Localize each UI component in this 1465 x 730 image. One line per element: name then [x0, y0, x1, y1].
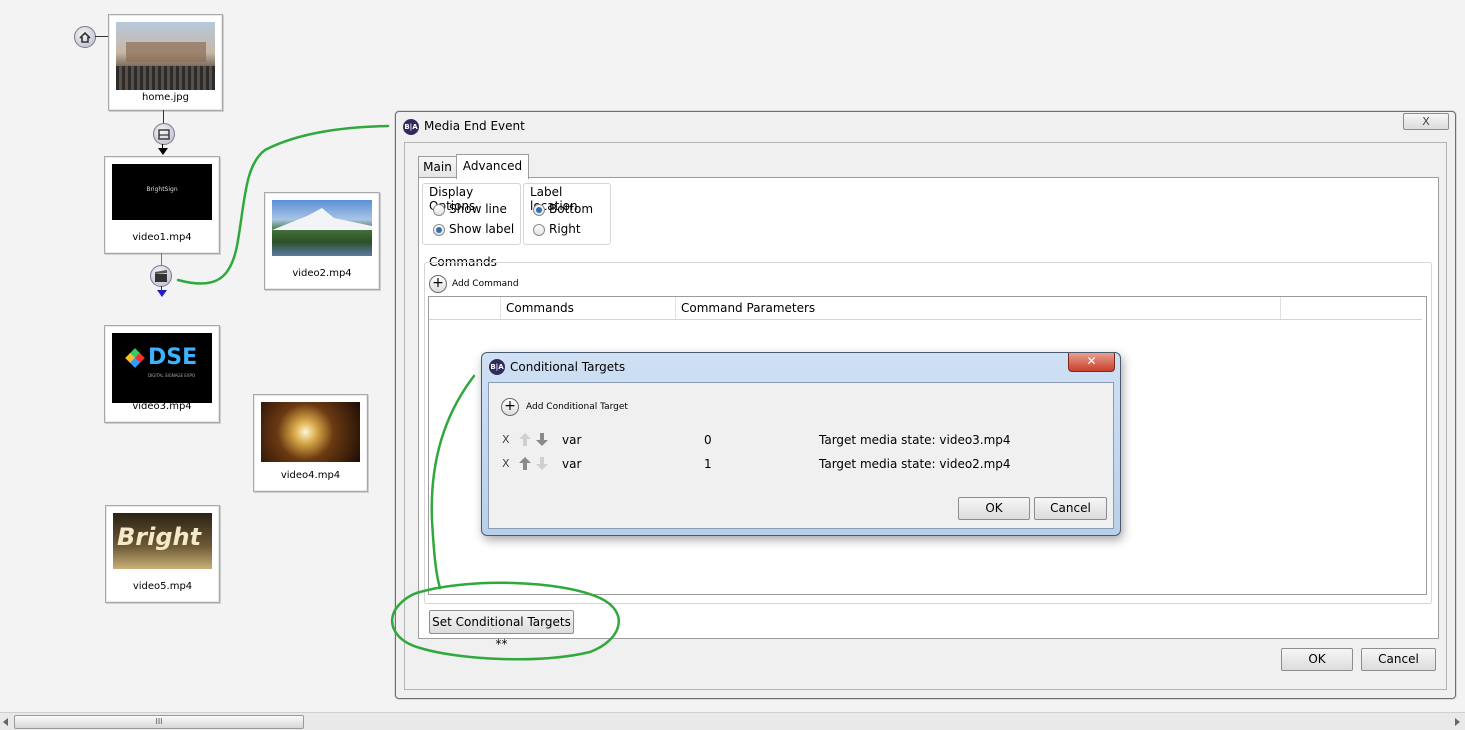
- row-variable: var: [562, 457, 582, 471]
- media-state-video3[interactable]: DSE DIGITAL SIGNAGE EXPO video3.mp4: [104, 325, 220, 423]
- close-button[interactable]: ✕: [1068, 353, 1115, 372]
- dialog-body: + Add Conditional Target X var 0 Target …: [488, 382, 1114, 529]
- tile-caption: video4.mp4: [280, 470, 341, 481]
- home-thumbnail: [116, 22, 215, 90]
- horizontal-scrollbar[interactable]: III: [0, 712, 1465, 730]
- tile-caption: video1.mp4: [132, 232, 192, 243]
- app-logo-icon: B|A: [489, 359, 505, 375]
- flow-canvas: home.jpg BrightSign video1.mp4 video2.mp…: [0, 0, 395, 710]
- show-line-label[interactable]: Show line: [449, 202, 507, 216]
- video1-thumbnail: BrightSign: [112, 164, 212, 220]
- media-state-video2[interactable]: video2.mp4: [264, 192, 380, 290]
- close-button[interactable]: X: [1403, 113, 1449, 130]
- bottom-radio[interactable]: [533, 204, 545, 216]
- arrow-down-icon: [158, 148, 168, 155]
- scroll-left-icon[interactable]: [3, 718, 9, 726]
- video4-thumbnail: [261, 402, 360, 462]
- media-state-video4[interactable]: video4.mp4: [253, 394, 368, 492]
- scroll-right-icon[interactable]: [1455, 718, 1461, 726]
- video2-thumbnail: [272, 200, 372, 256]
- close-icon: X: [1422, 115, 1430, 128]
- add-command-icon[interactable]: +: [429, 275, 447, 293]
- connector-line: [95, 36, 109, 37]
- tile-caption: video2.mp4: [292, 268, 352, 279]
- remove-row-button[interactable]: X: [502, 457, 510, 470]
- right-radio[interactable]: [533, 224, 545, 236]
- move-up-icon[interactable]: [519, 457, 531, 470]
- media-state-video5[interactable]: Bright video5.mp4: [105, 505, 220, 603]
- event-icon[interactable]: [153, 123, 175, 145]
- app-logo-icon: B|A: [403, 119, 419, 135]
- dialog-title: Conditional Targets: [510, 360, 626, 374]
- scrollbar-grip: III: [155, 717, 163, 726]
- media-end-event-icon[interactable]: [150, 265, 172, 287]
- thumb-logo-text: DSE: [148, 345, 198, 370]
- ok-button[interactable]: OK: [1281, 648, 1353, 671]
- label-location-group: Label location Bottom Right: [523, 183, 611, 245]
- home-icon[interactable]: [74, 26, 96, 48]
- column-header-commands[interactable]: Commands: [506, 301, 574, 315]
- add-conditional-target-button[interactable]: Add Conditional Target: [526, 402, 628, 412]
- video3-thumbnail: DSE DIGITAL SIGNAGE EXPO: [112, 333, 212, 403]
- grid-header: Commands Command Parameters: [429, 297, 1422, 320]
- show-line-radio[interactable]: [433, 204, 445, 216]
- row-target: Target media state: video2.mp4: [819, 457, 1011, 471]
- bottom-label[interactable]: Bottom: [549, 202, 593, 216]
- dialog-title: Media End Event: [424, 119, 525, 133]
- move-down-icon: [536, 457, 548, 470]
- display-options-group: Display Options Show line Show label: [422, 183, 521, 245]
- add-target-icon[interactable]: +: [501, 398, 519, 416]
- cancel-button[interactable]: Cancel: [1361, 648, 1436, 671]
- show-label-label[interactable]: Show label: [449, 222, 514, 236]
- tile-caption: video5.mp4: [132, 581, 193, 592]
- column-header-parameters[interactable]: Command Parameters: [681, 301, 815, 315]
- arrow-down-icon: [157, 290, 167, 297]
- scrollbar-thumb[interactable]: III: [14, 715, 304, 729]
- video5-thumbnail: Bright: [113, 513, 212, 569]
- show-label-radio[interactable]: [433, 224, 445, 236]
- thumb-logo-text: BrightSign: [146, 186, 178, 193]
- conditional-target-row: X var 0 Target media state: video3.mp4: [489, 430, 1109, 450]
- set-conditional-targets-label: Set Conditional Targets **: [432, 615, 571, 651]
- row-value: 1: [704, 457, 712, 471]
- media-state-home[interactable]: home.jpg: [108, 14, 223, 111]
- tab-label: Main: [423, 160, 452, 174]
- grid-header-divider: [675, 297, 676, 319]
- grid-header-divider: [500, 297, 501, 319]
- move-down-icon[interactable]: [536, 433, 548, 446]
- tab-label: Advanced: [462, 159, 523, 173]
- tile-caption: home.jpg: [141, 92, 189, 103]
- connector-line: [163, 110, 164, 123]
- thumb-sub-text: DIGITAL SIGNAGE EXPO: [148, 373, 196, 378]
- tab-advanced[interactable]: Advanced: [456, 154, 529, 179]
- move-up-icon: [519, 433, 531, 446]
- close-icon: ✕: [1086, 354, 1097, 368]
- ok-label: OK: [1308, 652, 1326, 666]
- row-target: Target media state: video3.mp4: [819, 433, 1011, 447]
- ok-label: OK: [985, 501, 1003, 515]
- row-variable: var: [562, 433, 582, 447]
- add-command-button[interactable]: Add Command: [452, 279, 519, 289]
- conditional-target-row: X var 1 Target media state: video2.mp4: [489, 454, 1109, 474]
- dse-logo: [125, 348, 145, 368]
- ok-button[interactable]: OK: [958, 497, 1030, 520]
- grid-header-divider: [1280, 297, 1281, 319]
- set-conditional-targets-button[interactable]: Set Conditional Targets **: [429, 610, 574, 651]
- right-label[interactable]: Right: [549, 222, 581, 236]
- tile-caption: video3.mp4: [132, 401, 192, 412]
- row-value: 0: [704, 433, 712, 447]
- conditional-targets-dialog: B|A Conditional Targets ✕ + Add Conditio…: [481, 352, 1121, 536]
- media-state-video1[interactable]: BrightSign video1.mp4: [104, 156, 220, 254]
- cancel-label: Cancel: [1050, 501, 1091, 515]
- remove-row-button[interactable]: X: [502, 433, 510, 446]
- thumb-logo-text: Bright: [117, 523, 202, 551]
- cancel-button[interactable]: Cancel: [1034, 497, 1107, 520]
- cancel-label: Cancel: [1378, 652, 1419, 666]
- tab-main[interactable]: Main: [418, 156, 457, 178]
